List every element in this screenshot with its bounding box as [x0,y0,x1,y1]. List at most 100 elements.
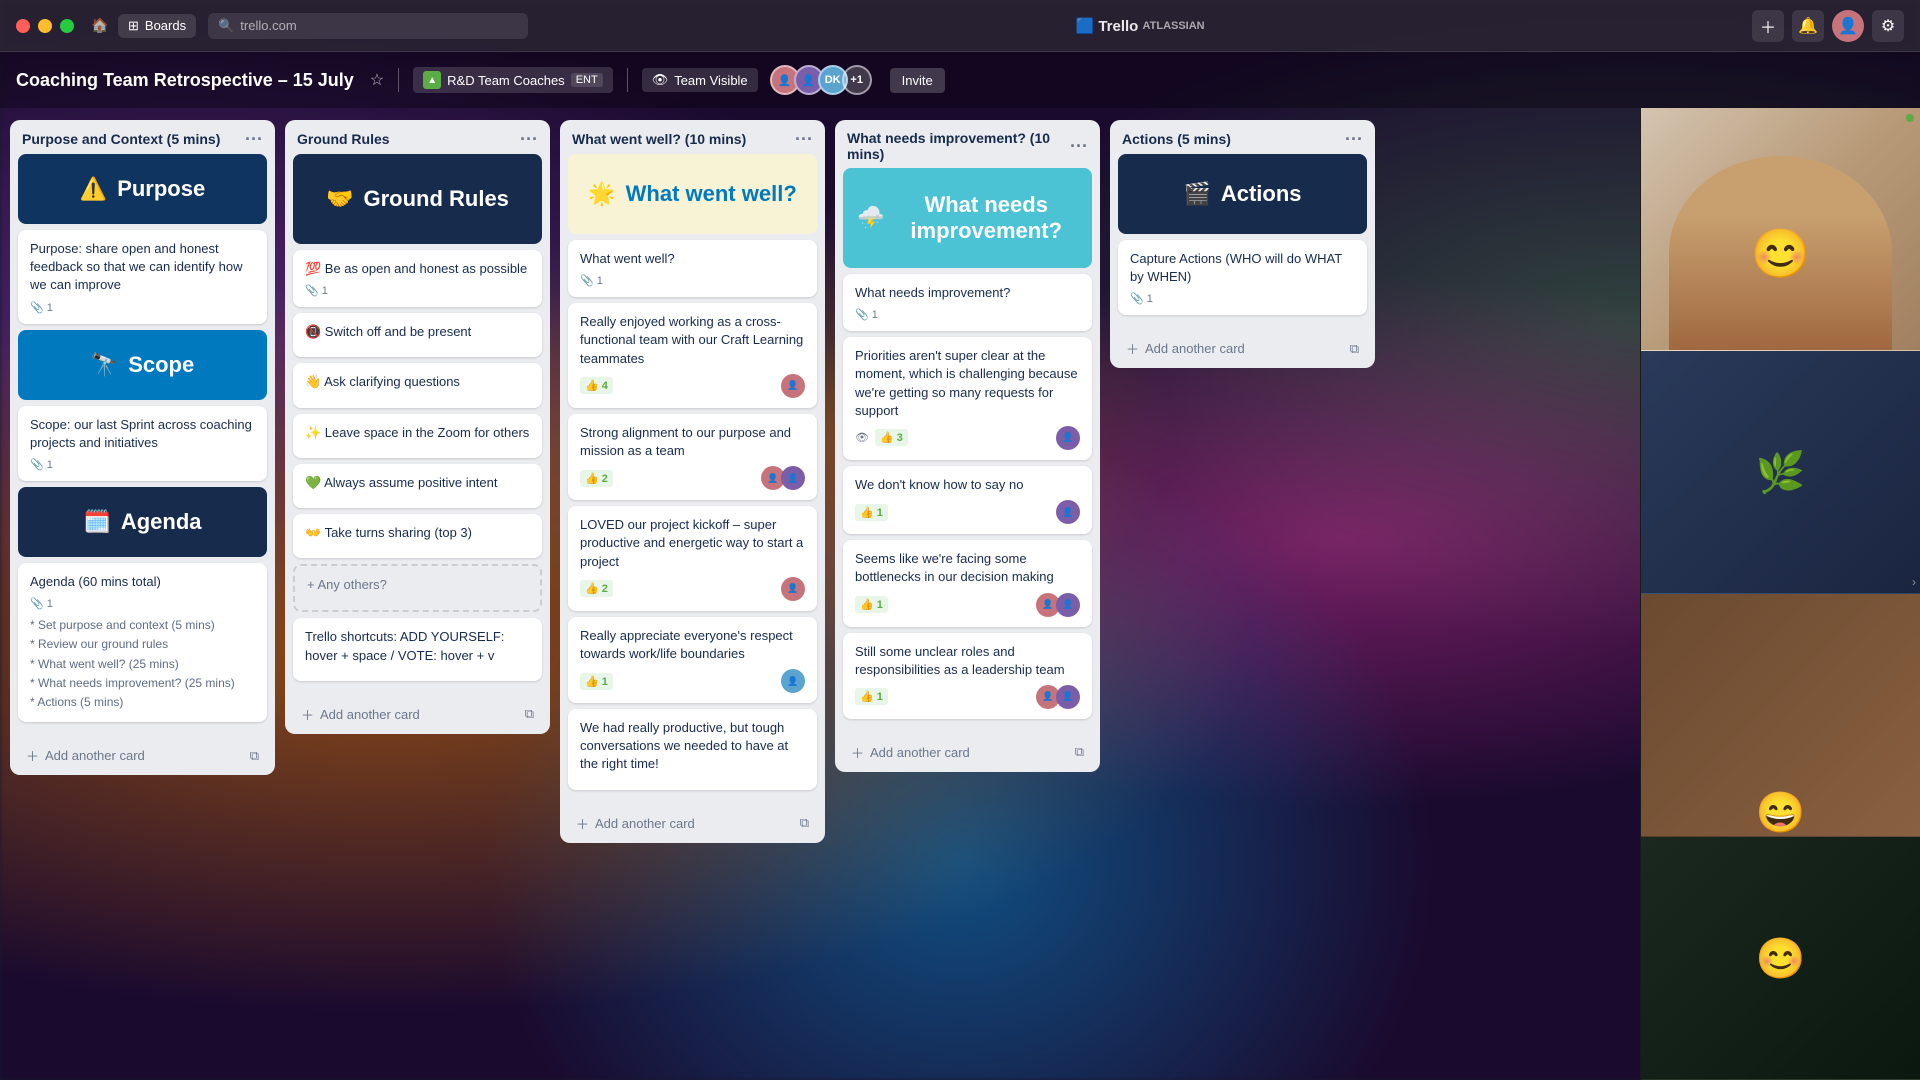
agenda-emoji: 🗓️ [83,509,110,535]
visibility-label: Team Visible [674,73,747,88]
column-went-well: What went well? (10 mins) ··· 🌟 What wen… [560,120,825,843]
rule-card-1[interactable]: 💯 Be as open and honest as possible 📎 1 [293,250,542,307]
agenda-banner-card[interactable]: 🗓️ Agenda [18,487,267,557]
purpose-banner-card[interactable]: ⚠️ Purpose [18,154,267,224]
agenda-text-card[interactable]: Agenda (60 mins total) 📎 1 * Set purpose… [18,563,267,722]
purpose-text-card[interactable]: Purpose: share open and honest feedback … [18,230,267,324]
workspace-tag[interactable]: ▲ R&D Team Coaches ENT [413,67,613,93]
member-avatar-extra[interactable]: +1 [842,65,872,95]
ni-vote-1[interactable]: 👍 3 [875,429,908,446]
visibility-tag[interactable]: 👁 Team Visible [642,68,758,92]
new-tab-button[interactable]: ＋ [1752,10,1784,42]
video-tile-1: 😊 [1641,108,1920,351]
url-text: trello.com [240,18,296,33]
purpose-text: Purpose: share open and honest feedback … [30,240,255,295]
scope-text-card[interactable]: Scope: our last Sprint across coaching p… [18,406,267,481]
actions-banner-card[interactable]: 🎬 Actions [1118,154,1367,234]
any-others-card[interactable]: + Any others? [293,564,542,612]
chevron-icon[interactable]: › [1912,575,1916,589]
rule-card-5[interactable]: 💚 Always assume positive intent [293,464,542,508]
ww-card-5[interactable]: We had really productive, but tough conv… [568,709,817,790]
actions-card-1[interactable]: Capture Actions (WHO will do WHAT by WHE… [1118,240,1367,315]
ni-banner-card[interactable]: ⛈️ What needs improvement? [843,168,1092,268]
column-menu-went-well[interactable]: ··· [795,130,813,148]
add-card-ni[interactable]: ＋ Add another card ⧉ [843,737,1092,768]
went-well-header-card[interactable]: What went well? 📎 1 [568,240,817,297]
column-title-ground-rules: Ground Rules [297,131,390,147]
column-header-actions: Actions (5 mins) ··· [1110,120,1375,154]
actions-emoji: 🎬 [1183,181,1210,207]
ww-card-5-text: We had really productive, but tough conv… [580,719,805,774]
add-card-purpose[interactable]: ＋ Add another card ⧉ [18,740,267,771]
ww-card-2[interactable]: Strong alignment to our purpose and miss… [568,414,817,500]
column-menu-purpose[interactable]: ··· [245,130,263,148]
video-person-4: 😊 [1641,837,1920,1079]
add-label-gr: Add another card [320,707,420,722]
scope-attachment-badge: 📎 1 [30,458,53,471]
add-card-ground-rules[interactable]: ＋ Add another card ⧉ [293,699,542,730]
video-tile-3: 😄 [1641,594,1920,837]
scope-banner-card[interactable]: 🔭 Scope [18,330,267,400]
add-card-went-well[interactable]: ＋ Add another card ⧉ [568,808,817,839]
maximize-button[interactable] [60,19,74,33]
ww-vote-1[interactable]: 👍 4 [580,377,613,394]
ni-card-1[interactable]: Priorities aren't super clear at the mom… [843,337,1092,460]
ground-rules-banner-card[interactable]: 🤝 Ground Rules [293,154,542,244]
went-well-banner-card[interactable]: 🌟 What went well? [568,154,817,234]
column-menu-ground-rules[interactable]: ··· [520,130,538,148]
add-card-actions[interactable]: ＋ Add another card ⧉ [1118,333,1367,364]
ni-vote-3[interactable]: 👍 1 [855,596,888,613]
ni-header-card[interactable]: What needs improvement? 📎 1 [843,274,1092,331]
trello-logo: 🟦 Trello ATLASSIAN [528,17,1752,35]
rule-2-text: 📵 Switch off and be present [305,323,530,341]
actions-banner-text: Actions [1221,181,1302,207]
column-menu-ni[interactable]: ··· [1070,137,1088,155]
add-label-actions: Add another card [1145,341,1245,356]
ni-card-1-text: Priorities aren't super clear at the mom… [855,347,1080,420]
rule-5-text: 💚 Always assume positive intent [305,474,530,492]
column-menu-actions[interactable]: ··· [1345,130,1363,148]
rule-6-text: 👐 Take turns sharing (top 3) [305,524,530,542]
agenda-attachment-badge: 📎 1 [30,597,53,610]
board-title: Coaching Team Retrospective – 15 July [16,70,354,91]
ww-vote-4[interactable]: 👍 1 [580,673,613,690]
copy-icon-gr: ⧉ [525,706,534,722]
ni-banner-text: What needs improvement? [894,192,1078,244]
invite-button[interactable]: Invite [890,68,945,93]
back-button[interactable]: 🏠 [86,12,114,40]
user-avatar-chrome[interactable]: 👤 [1832,10,1864,42]
rule-card-4[interactable]: ✨ Leave space in the Zoom for others [293,414,542,458]
ni-card-4[interactable]: Still some unclear roles and responsibil… [843,633,1092,719]
video-person-1: 😊 [1641,108,1920,350]
ww-vote-2[interactable]: 👍 2 [580,470,613,487]
scope-emoji: 🔭 [91,352,118,378]
ni-vote-2[interactable]: 👍 1 [855,504,888,521]
video-person-3: 😄 [1641,594,1920,836]
column-title-ni: What needs improvement? (10 mins) [847,130,1070,162]
shortcuts-card[interactable]: Trello shortcuts: ADD YOURSELF: hover + … [293,618,542,680]
ww-vote-3[interactable]: 👍 2 [580,580,613,597]
close-button[interactable] [16,19,30,33]
ni-avatar-1: 👤 [1056,426,1080,450]
ni-card-2[interactable]: We don't know how to say no 👍 1 👤 [843,466,1092,534]
actions-card-1-text: Capture Actions (WHO will do WHAT by WHE… [1130,250,1355,286]
rule-card-3[interactable]: 👋 Ask clarifying questions [293,363,542,407]
ground-rules-emoji: 🤝 [326,186,353,212]
address-bar[interactable]: 🔍 trello.com [208,13,528,39]
ww-card-3[interactable]: LOVED our project kickoff – super produc… [568,506,817,611]
copy-icon-ww: ⧉ [800,815,809,831]
star-button[interactable]: ☆ [370,70,384,90]
add-icon-gr: ＋ [301,705,314,724]
ni-card-4-text: Still some unclear roles and responsibil… [855,643,1080,679]
ni-vote-4[interactable]: 👍 1 [855,688,888,705]
rule-card-2[interactable]: 📵 Switch off and be present [293,313,542,357]
settings-icon[interactable]: ⚙ [1872,10,1904,42]
rule-card-6[interactable]: 👐 Take turns sharing (top 3) [293,514,542,558]
notification-bell-icon[interactable]: 🔔 [1792,10,1824,42]
boards-nav-button[interactable]: ⊞ Boards [118,14,196,38]
ni-card-3[interactable]: Seems like we're facing some bottlenecks… [843,540,1092,626]
minimize-button[interactable] [38,19,52,33]
rule-3-text: 👋 Ask clarifying questions [305,373,530,391]
ww-card-4[interactable]: Really appreciate everyone's respect tow… [568,617,817,703]
ww-card-1[interactable]: Really enjoyed working as a cross-functi… [568,303,817,408]
